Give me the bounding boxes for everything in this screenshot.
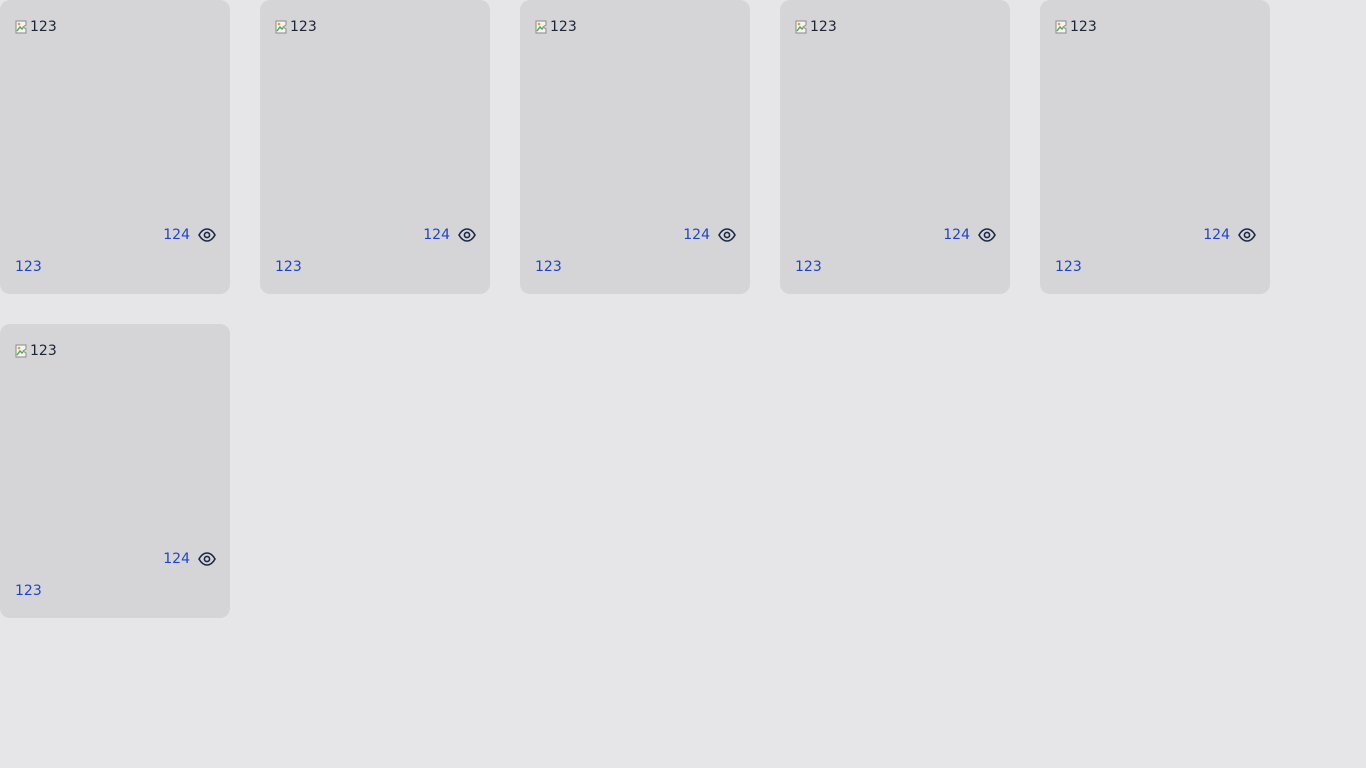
media-card[interactable]: 123 124 123 [780, 0, 1010, 294]
view-count: 124 [1203, 225, 1256, 245]
thumbnail-alt-text: 123 [30, 343, 57, 359]
media-card[interactable]: 123 124 123 [0, 324, 230, 618]
view-count-value: 124 [1203, 227, 1230, 243]
eye-icon [1238, 228, 1256, 242]
card-thumbnail[interactable]: 123 [535, 16, 577, 38]
broken-image-icon [15, 343, 31, 359]
card-title[interactable]: 123 [275, 257, 302, 277]
thumbnail-alt-text: 123 [30, 19, 57, 35]
view-count: 124 [163, 549, 216, 569]
broken-image-icon [795, 19, 811, 35]
card-thumbnail[interactable]: 123 [275, 16, 317, 38]
view-count-value: 124 [943, 227, 970, 243]
view-count-value: 124 [683, 227, 710, 243]
eye-icon [198, 552, 216, 566]
media-card[interactable]: 123 124 123 [520, 0, 750, 294]
card-title[interactable]: 123 [1055, 257, 1082, 277]
broken-image-icon [15, 19, 31, 35]
card-title[interactable]: 123 [15, 581, 42, 601]
broken-image-icon [1055, 19, 1071, 35]
card-thumbnail[interactable]: 123 [15, 16, 57, 38]
broken-image-icon [535, 19, 551, 35]
media-card[interactable]: 123 124 123 [0, 0, 230, 294]
view-count: 124 [163, 225, 216, 245]
view-count-value: 124 [163, 227, 190, 243]
eye-icon [198, 228, 216, 242]
thumbnail-alt-text: 123 [290, 19, 317, 35]
card-thumbnail[interactable]: 123 [15, 340, 57, 362]
card-grid: 123 124 123 123 124 123 123 124 123 123 [0, 0, 1366, 768]
card-title[interactable]: 123 [15, 257, 42, 277]
eye-icon [718, 228, 736, 242]
media-card[interactable]: 123 124 123 [260, 0, 490, 294]
view-count-value: 124 [423, 227, 450, 243]
view-count: 124 [423, 225, 476, 245]
thumbnail-alt-text: 123 [550, 19, 577, 35]
thumbnail-alt-text: 123 [810, 19, 837, 35]
view-count-value: 124 [163, 551, 190, 567]
view-count: 124 [683, 225, 736, 245]
thumbnail-alt-text: 123 [1070, 19, 1097, 35]
eye-icon [458, 228, 476, 242]
card-title[interactable]: 123 [535, 257, 562, 277]
card-title[interactable]: 123 [795, 257, 822, 277]
eye-icon [978, 228, 996, 242]
media-card[interactable]: 123 124 123 [1040, 0, 1270, 294]
card-thumbnail[interactable]: 123 [1055, 16, 1097, 38]
broken-image-icon [275, 19, 291, 35]
view-count: 124 [943, 225, 996, 245]
card-thumbnail[interactable]: 123 [795, 16, 837, 38]
